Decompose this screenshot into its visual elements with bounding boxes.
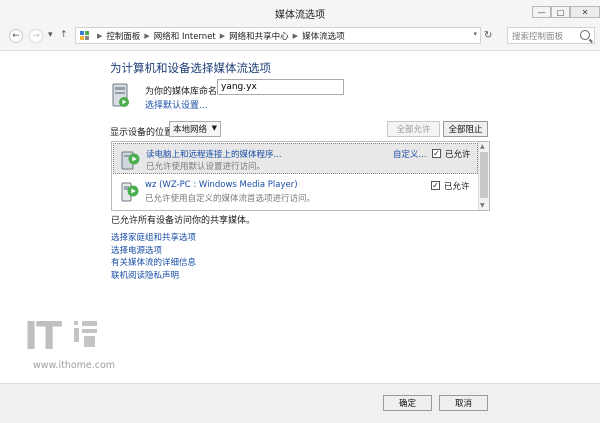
media-streaming-info-link[interactable]: 有关媒体流的详细信息 — [111, 257, 196, 270]
breadcrumb-control-panel[interactable]: 控制面板 — [106, 30, 140, 42]
chevron-right-icon: ▶ — [219, 31, 226, 40]
title-bar: 媒体流选项 — □ ✕ — [0, 0, 600, 24]
chevron-right-icon: ▶ — [144, 31, 150, 40]
address-bar[interactable]: ▶ 控制面板 ▶ 网络和 Internet ▶ 网络和共享中心 ▶ 媒体流选项 … — [75, 27, 481, 44]
back-arrow-icon: ← — [12, 31, 20, 41]
breadcrumb-network-sharing-center[interactable]: 网络和共享中心 — [229, 30, 289, 42]
minimize-icon: — — [537, 7, 546, 17]
minimize-button[interactable]: — — [532, 6, 551, 18]
media-library-icon — [112, 83, 129, 107]
address-dropdown-icon[interactable]: ▾ — [473, 30, 477, 38]
customize-link[interactable]: 自定义... — [393, 148, 427, 160]
location-selected-value: 本地网络 — [173, 125, 208, 135]
back-button[interactable]: ← — [9, 29, 23, 43]
refresh-icon[interactable]: ↻ — [484, 30, 492, 41]
scroll-up-icon[interactable]: ▲ — [480, 143, 485, 150]
power-options-link[interactable]: 选择电源选项 — [111, 245, 196, 258]
allowed-checkbox[interactable]: ✓ — [432, 149, 441, 158]
chevron-down-icon: ▼ — [211, 124, 217, 132]
breadcrumb-network-internet[interactable]: 网络和 Internet — [154, 30, 216, 42]
device-list: 读电脑上和远程连接上的媒体程序... 已允许使用默认设置进行访问。 自定义...… — [111, 141, 490, 211]
device-list-scrollbar[interactable]: ▲ ▼ — [478, 142, 489, 210]
recent-locations-dropdown-icon[interactable]: ▾ — [48, 30, 53, 40]
device-description: 已允许使用自定义的媒体流首选项进行访问。 — [145, 194, 316, 204]
allowed-label: 已允许 — [444, 182, 470, 192]
page-heading: 为计算机和设备选择媒体流选项 — [110, 61, 271, 75]
device-title[interactable]: wz (WZ-PC : Windows Media Player) — [145, 180, 298, 190]
search-input[interactable]: 搜索控制面板 — [507, 27, 595, 44]
allow-all-button[interactable]: 全部允许 — [387, 121, 440, 137]
device-title[interactable]: 读电脑上和远程连接上的媒体程序... — [146, 148, 282, 160]
navigation-bar: ← → ▾ ↑ ▶ 控制面板 ▶ 网络和 Internet ▶ 网络和共享中心 … — [0, 24, 600, 51]
breadcrumb-media-streaming[interactable]: 媒体流选项 — [302, 30, 345, 42]
close-icon: ✕ — [581, 7, 589, 17]
cancel-button[interactable]: 取消 — [439, 395, 488, 411]
watermark-url: www.ithome.com — [33, 360, 116, 371]
device-row[interactable]: wz (WZ-PC : Windows Media Player) 已允许使用自… — [113, 176, 478, 207]
ok-button[interactable]: 确定 — [383, 395, 432, 411]
chevron-right-icon: ▶ — [97, 31, 103, 40]
media-player-device-icon — [121, 182, 139, 202]
choose-default-settings-link[interactable]: 选择默认设置... — [145, 98, 208, 111]
control-panel-icon — [80, 30, 90, 41]
scroll-thumb[interactable] — [480, 152, 488, 198]
window-title: 媒体流选项 — [275, 10, 325, 21]
search-icon[interactable] — [580, 30, 590, 40]
allowed-checkbox[interactable]: ✓ — [431, 181, 440, 190]
close-button[interactable]: ✕ — [570, 6, 600, 18]
watermark-logo-text: IT — [24, 314, 62, 358]
block-all-button[interactable]: 全部阻止 — [443, 121, 488, 137]
dialog-footer: 确定 取消 — [0, 383, 600, 423]
privacy-statement-link[interactable]: 联机阅读隐私声明 — [111, 270, 196, 283]
related-links: 选择家庭组和共享选项 选择电源选项 有关媒体流的详细信息 联机阅读隐私声明 — [111, 232, 196, 283]
chevron-right-icon: ▶ — [292, 31, 299, 40]
media-device-icon — [121, 151, 140, 170]
maximize-button[interactable]: □ — [551, 6, 570, 18]
scroll-down-icon[interactable]: ▼ — [480, 202, 485, 209]
show-devices-label: 显示设备的位置: — [110, 128, 177, 138]
allowed-label: 已允许 — [445, 150, 471, 160]
up-arrow-icon[interactable]: ↑ — [60, 30, 68, 40]
maximize-icon: □ — [556, 7, 565, 17]
device-row[interactable]: 读电脑上和远程连接上的媒体程序... 已允许使用默认设置进行访问。 自定义...… — [113, 143, 478, 174]
search-placeholder: 搜索控制面板 — [512, 32, 564, 42]
forward-arrow-icon: → — [32, 31, 40, 41]
library-name-input[interactable] — [217, 79, 344, 95]
device-description: 已允许使用默认设置进行访问。 — [146, 162, 266, 172]
forward-button[interactable]: → — [29, 29, 43, 43]
watermark-logo-icon — [74, 321, 97, 347]
library-name-label: 为你的媒体库命名: — [145, 87, 221, 97]
homegroup-sharing-link[interactable]: 选择家庭组和共享选项 — [111, 232, 196, 245]
all-allowed-status: 已允许所有设备访问你的共享媒体。 — [111, 216, 256, 226]
location-select[interactable]: 本地网络 ▼ — [169, 121, 221, 137]
